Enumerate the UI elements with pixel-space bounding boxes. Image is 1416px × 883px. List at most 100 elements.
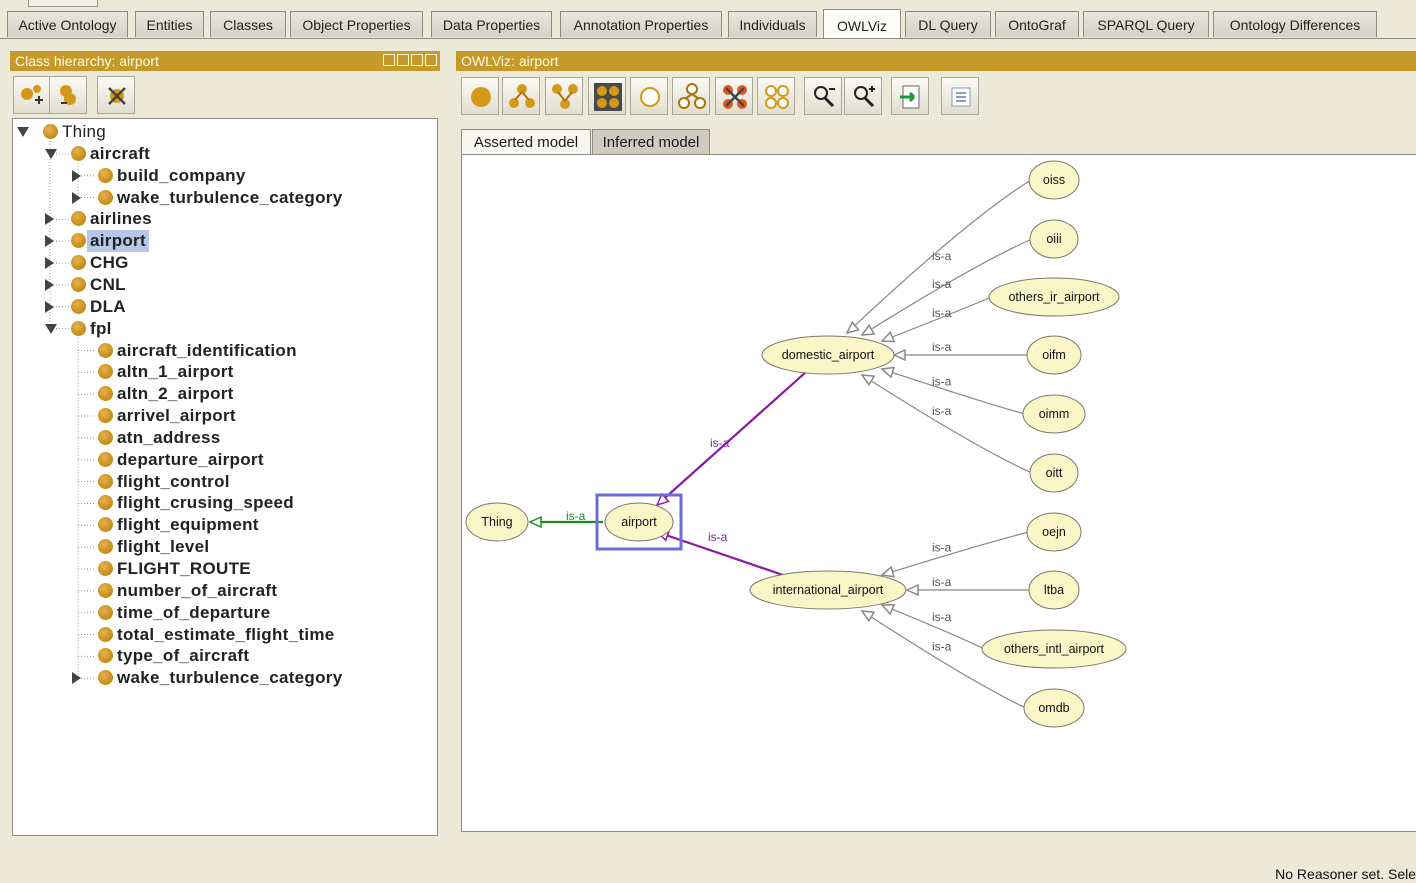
- zoom-in-button[interactable]: [844, 77, 882, 115]
- graph-node-airport[interactable]: airport: [595, 493, 683, 551]
- owlviz-graph-canvas[interactable]: is-a is-a is-a is-a is-a is-a is-a is-a is-a is-a…: [461, 154, 1416, 832]
- isa-arrowhead: [860, 374, 876, 387]
- show-subclasses-button[interactable]: [502, 77, 540, 115]
- export-button[interactable]: [891, 77, 929, 115]
- tree-item[interactable]: type_of_aircraft: [13, 645, 433, 667]
- isa-arrowhead: [880, 330, 896, 343]
- graph-node-Thing[interactable]: Thing: [465, 502, 529, 542]
- collapse-arrow-icon[interactable]: [45, 323, 57, 334]
- panel-close-icon[interactable]: [425, 54, 437, 66]
- expand-arrow-icon[interactable]: [45, 300, 54, 313]
- class-icon: [98, 167, 113, 183]
- tree-item[interactable]: aircraft: [13, 143, 433, 165]
- tab-sparql-query[interactable]: SPARQL Query: [1083, 11, 1209, 37]
- tree-item[interactable]: flight_crusing_speed: [13, 492, 433, 514]
- hide-class-cross-button[interactable]: [715, 77, 753, 115]
- tree-item[interactable]: airlines: [13, 208, 433, 230]
- add-subclass-button[interactable]: [13, 76, 51, 114]
- subtab-inferred-model[interactable]: Inferred model: [592, 129, 710, 155]
- graph-node-oiss[interactable]: oiss: [1028, 160, 1080, 200]
- tree-item[interactable]: atn_address: [13, 427, 433, 449]
- graph-node-others-ir-airport[interactable]: others_ir_airport: [988, 277, 1120, 317]
- expand-arrow-icon[interactable]: [45, 213, 54, 226]
- zoom-out-button[interactable]: [804, 77, 842, 115]
- tree-item[interactable]: flight_level: [13, 536, 433, 558]
- tree-item[interactable]: fpl: [13, 318, 433, 340]
- tree-item[interactable]: arrivel_airport: [13, 405, 433, 427]
- graph-node-omdb[interactable]: omdb: [1023, 688, 1085, 728]
- expand-arrow-icon[interactable]: [45, 278, 54, 291]
- class-icon: [98, 429, 113, 445]
- tab-active-ontology[interactable]: Active Ontology: [7, 11, 128, 37]
- tree-item[interactable]: Thing: [13, 121, 433, 143]
- expand-arrow-icon[interactable]: [72, 191, 81, 204]
- graph-node-oejn[interactable]: oejn: [1026, 512, 1082, 552]
- expand-arrow-icon[interactable]: [72, 672, 81, 685]
- tab-owlviz[interactable]: OWLViz: [823, 9, 901, 39]
- tree-item[interactable]: altn_1_airport: [13, 361, 433, 383]
- tree-item[interactable]: altn_2_airport: [13, 383, 433, 405]
- class-icon: [98, 473, 113, 489]
- show-class-button[interactable]: [461, 77, 499, 115]
- tree-item[interactable]: flight_control: [13, 471, 433, 493]
- add-sibling-class-button[interactable]: [49, 76, 87, 114]
- tab-ontograf[interactable]: OntoGraf: [995, 11, 1079, 37]
- tree-item[interactable]: wake_turbulence_category: [13, 667, 433, 689]
- tab-annotation-properties[interactable]: Annotation Properties: [560, 11, 722, 37]
- expand-arrow-icon[interactable]: [45, 235, 54, 248]
- tree-item[interactable]: CNL: [13, 274, 433, 296]
- panel-minimize-icon[interactable]: [397, 54, 409, 66]
- tree-item-label: flight_equipment: [117, 515, 259, 535]
- tree-item[interactable]: time_of_departure: [13, 602, 433, 624]
- tab-data-properties[interactable]: Data Properties: [431, 11, 552, 37]
- hide-class-button[interactable]: [630, 77, 668, 115]
- show-all-classes-button[interactable]: [588, 77, 626, 115]
- graph-node-ltba[interactable]: ltba: [1028, 570, 1080, 610]
- tree-item[interactable]: wake_turbulence_category: [13, 187, 433, 209]
- subtab-asserted-model[interactable]: Asserted model: [461, 129, 591, 155]
- graph-node-oimm[interactable]: oimm: [1022, 394, 1086, 434]
- graph-node-oiii[interactable]: oiii: [1029, 219, 1079, 259]
- expand-arrow-icon[interactable]: [72, 169, 81, 182]
- collapse-arrow-icon[interactable]: [17, 127, 29, 137]
- hide-subclasses-button[interactable]: [672, 77, 710, 115]
- tab-entities[interactable]: Entities: [135, 11, 204, 37]
- tree-item-label: FLIGHT_ROUTE: [117, 559, 251, 578]
- tab-classes[interactable]: Classes: [210, 11, 286, 37]
- tab-individuals[interactable]: Individuals: [728, 11, 817, 37]
- show-superclasses-button[interactable]: [545, 77, 583, 115]
- tree-item[interactable]: FLIGHT_ROUTE: [13, 558, 433, 580]
- tree-item[interactable]: flight_equipment: [13, 514, 433, 536]
- tree-item[interactable]: aircraft_identification: [13, 340, 433, 362]
- tab-dl-query[interactable]: DL Query: [905, 11, 991, 37]
- tree-item-label: Thing: [62, 122, 107, 141]
- owlviz-title-text: OWLViz: airport: [461, 53, 559, 69]
- graph-node-others-intl-airport[interactable]: others_intl_airport: [981, 629, 1127, 669]
- graph-node-label: ltba: [1044, 583, 1064, 597]
- tree-item[interactable]: airport: [13, 230, 433, 253]
- show-subclasses-icon: [509, 84, 535, 108]
- tree-item[interactable]: departure_airport: [13, 449, 433, 471]
- panel-split-icon[interactable]: [383, 54, 395, 66]
- class-tree[interactable]: Thing aircraft build_company wake_turbulenc…: [12, 118, 438, 836]
- graph-node-international-airport[interactable]: international_airport: [749, 570, 907, 610]
- options-button[interactable]: [941, 77, 979, 115]
- tree-item[interactable]: total_estimate_flight_time: [13, 624, 433, 646]
- options-icon: [951, 87, 971, 107]
- isa-edge-label: is-a: [932, 404, 952, 418]
- expand-arrow-icon[interactable]: [45, 257, 54, 270]
- tree-item[interactable]: number_of_aircraft: [13, 580, 433, 602]
- graph-node-oitt[interactable]: oitt: [1029, 453, 1079, 493]
- panel-maximize-icon[interactable]: [411, 54, 423, 66]
- hide-all-classes-button[interactable]: [757, 77, 795, 115]
- tree-item[interactable]: DLA: [13, 296, 433, 318]
- class-icon: [71, 211, 86, 227]
- graph-node-oifm[interactable]: oifm: [1026, 335, 1082, 375]
- tab-object-properties[interactable]: Object Properties: [290, 11, 423, 37]
- tree-item[interactable]: CHG: [13, 252, 433, 274]
- delete-class-button[interactable]: [97, 76, 135, 114]
- tree-item[interactable]: build_company: [13, 165, 433, 187]
- collapse-arrow-icon[interactable]: [45, 148, 57, 159]
- graph-node-domestic-airport[interactable]: domestic_airport: [761, 335, 895, 375]
- tab-ontology-differences[interactable]: Ontology Differences: [1213, 11, 1377, 37]
